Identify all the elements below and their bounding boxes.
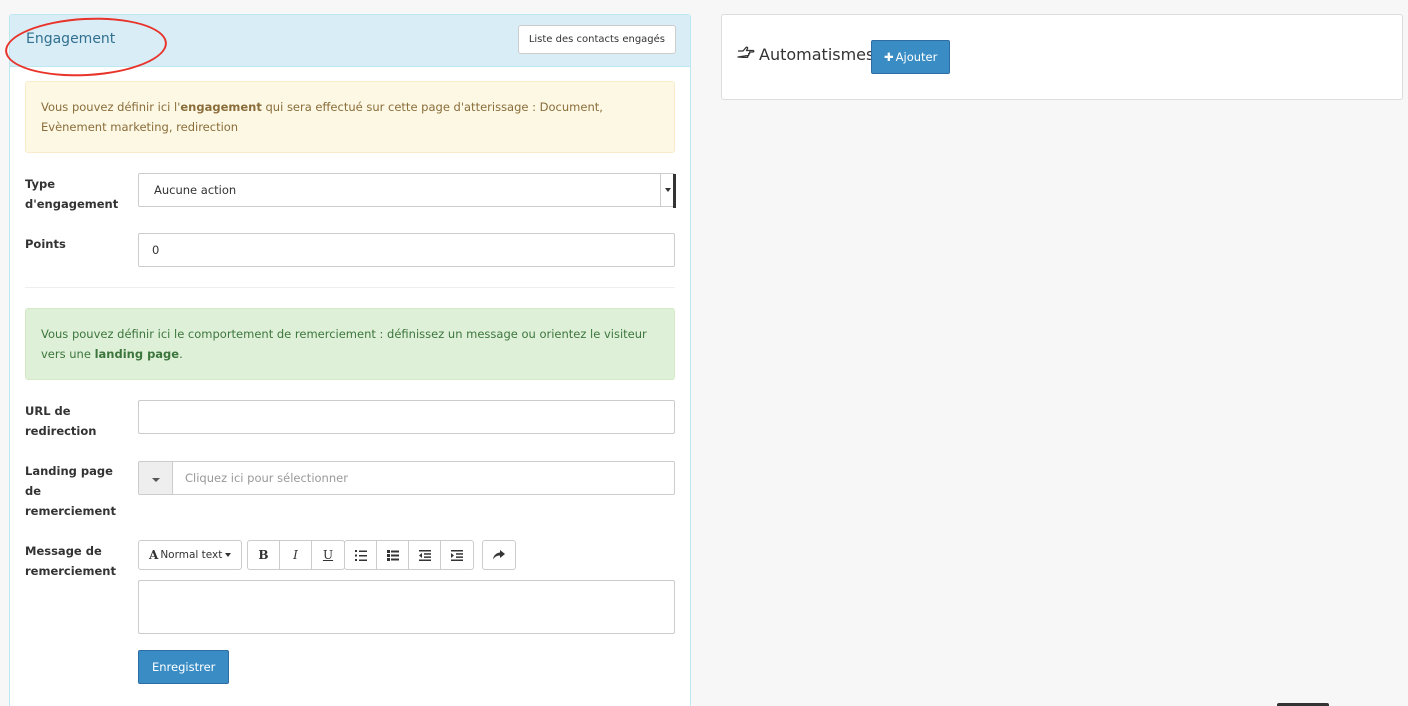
caret-down-icon (225, 553, 232, 557)
font-style-group: A Normal text (138, 540, 243, 570)
landing-page-select-input[interactable]: Cliquez ici pour sélectionner (172, 461, 675, 495)
section-divider (25, 287, 675, 288)
success-text-end: . (179, 347, 183, 361)
engagement-title: Engagement (26, 31, 116, 47)
points-input[interactable]: 0 (138, 233, 675, 267)
select-caret-icon (660, 174, 674, 206)
engagement-panel: Engagement Liste des contacts engagés Vo… (3, 13, 691, 706)
bold-button[interactable]: B (248, 541, 280, 569)
outdent-icon (418, 549, 431, 561)
thanks-message-editor[interactable] (138, 580, 675, 634)
engagement-info-alert: Vous pouvez définir ici l'engagement qui… (25, 81, 675, 153)
ordered-list-button[interactable] (345, 541, 377, 569)
share-button[interactable] (483, 541, 515, 569)
outdent-button[interactable] (409, 541, 441, 569)
engaged-contacts-list-button[interactable]: Liste des contacts engagés (517, 25, 676, 54)
red-circle-annotation (3, 13, 169, 81)
save-button[interactable]: Enregistrer (138, 650, 230, 684)
unordered-list-button[interactable] (377, 541, 409, 569)
indent-button[interactable] (441, 541, 473, 569)
unordered-list-icon (386, 549, 399, 561)
redirect-url-input[interactable] (138, 400, 675, 434)
automations-title: Automatismes (759, 45, 875, 64)
indent-icon (451, 549, 463, 561)
landing-page-label: Landing page de remerciement (25, 464, 116, 518)
automations-panel: Automatismes ✚ Ajouter (721, 14, 1403, 100)
italic-button[interactable]: I (280, 541, 312, 569)
thanks-message-label: Message de remerciement (25, 544, 116, 578)
engagement-panel-heading: Engagement Liste des contacts engagés (3, 13, 690, 81)
success-bold-word: landing page (94, 347, 180, 361)
ordered-list-icon (354, 549, 367, 561)
select-scrollbar (673, 174, 676, 208)
add-automation-label: Ajouter (895, 50, 938, 64)
warning-text-start: Vous pouvez définir ici l' (41, 100, 181, 114)
share-icon (493, 550, 505, 560)
font-style-dropdown[interactable]: A Normal text (139, 541, 241, 569)
font-icon: A (149, 548, 159, 562)
link-group (482, 540, 516, 570)
add-automation-button[interactable]: ✚ Ajouter (871, 40, 951, 74)
font-style-label: Normal text (160, 549, 223, 561)
underline-button[interactable]: U (312, 541, 344, 569)
thanks-info-alert: Vous pouvez définir ici le comportement … (25, 308, 675, 380)
engagement-type-select[interactable]: Aucune action (138, 173, 676, 208)
redirect-url-label: URL de redirection (25, 404, 97, 438)
hand-pointing-icon (737, 45, 755, 64)
engagement-type-label: Type d'engagement (25, 177, 119, 211)
warning-bold-word: engagement (180, 100, 262, 114)
plus-icon: ✚ (884, 50, 894, 64)
engagement-type-value: Aucune action (154, 183, 237, 197)
text-format-group: B I U (247, 540, 345, 570)
list-format-group (344, 540, 474, 570)
points-label: Points (25, 237, 66, 251)
landing-page-dropdown-caret-icon[interactable] (138, 461, 172, 495)
